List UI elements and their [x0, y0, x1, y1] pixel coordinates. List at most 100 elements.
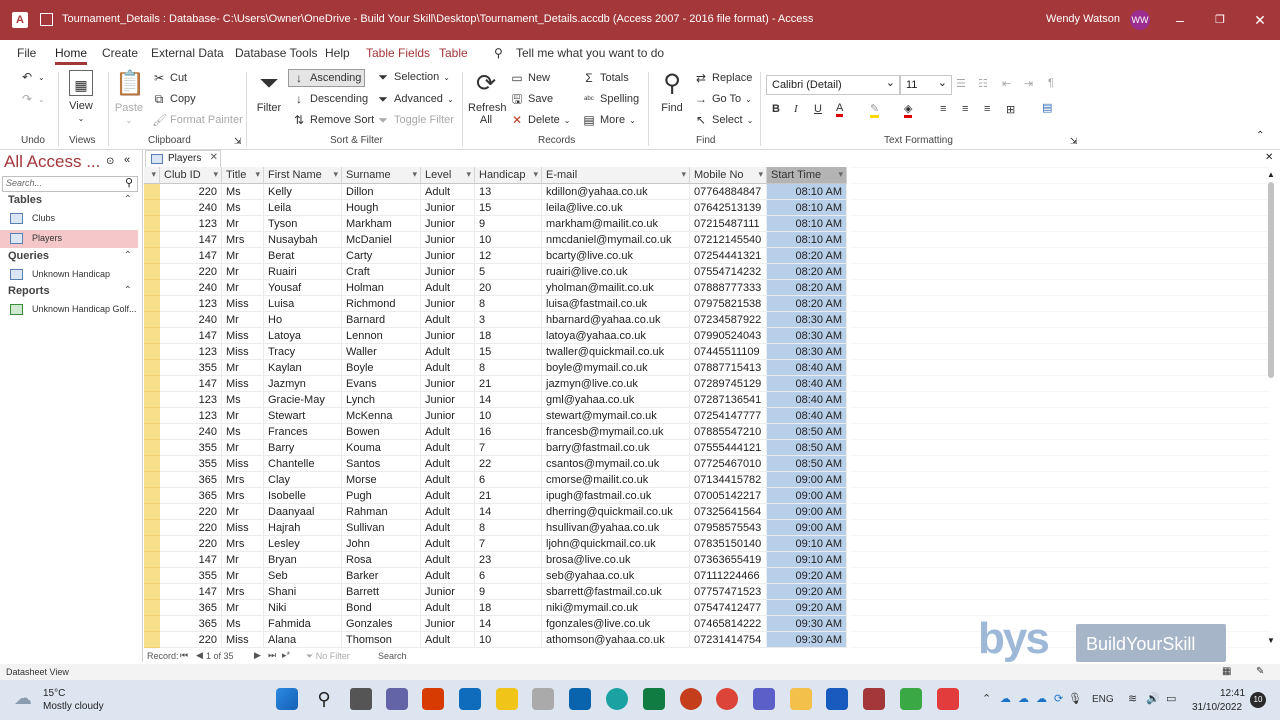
cell-title[interactable]: Ms	[222, 616, 264, 632]
prev-record-icon[interactable]: ◀	[196, 650, 203, 661]
cell-club-id[interactable]: 240	[160, 280, 222, 296]
collapse-icon[interactable]: ⌃	[124, 194, 132, 205]
cell-email[interactable]: leila@live.co.uk	[542, 200, 690, 216]
cell-title[interactable]: Mrs	[222, 232, 264, 248]
cell-start-time[interactable]: 08:40 AM	[767, 392, 847, 408]
collapse-icon[interactable]: ⌃	[124, 250, 132, 261]
cell-title[interactable]: Mr	[222, 216, 264, 232]
close-icon[interactable]: ✕	[210, 152, 218, 163]
onedrive-icon[interactable]: ☁	[1000, 692, 1011, 705]
cut-button[interactable]: ✂ Cut	[152, 71, 187, 85]
shutter-bar-icon[interactable]: «	[124, 154, 130, 166]
design-view-icon[interactable]: ✎	[1256, 666, 1264, 677]
cell-first-name[interactable]: Seb	[264, 568, 342, 584]
cell-mobile-no[interactable]: 07254441321	[690, 248, 767, 264]
cell-first-name[interactable]: Tracy	[264, 344, 342, 360]
cell-club-id[interactable]: 365	[160, 488, 222, 504]
cell-club-id[interactable]: 123	[160, 344, 222, 360]
cell-club-id[interactable]: 355	[160, 456, 222, 472]
select-all-corner[interactable]	[144, 167, 160, 184]
cell-start-time[interactable]: 09:00 AM	[767, 488, 847, 504]
cell-level[interactable]: Adult	[421, 568, 475, 584]
cell-surname[interactable]: Gonzales	[342, 616, 421, 632]
excel-icon[interactable]	[643, 688, 665, 710]
cell-level[interactable]: Junior	[421, 264, 475, 280]
collapse-icon[interactable]: ⌃	[124, 285, 132, 296]
cell-surname[interactable]: Sullivan	[342, 520, 421, 536]
font-name-dropdown[interactable]: Calibri (Detail)	[766, 75, 900, 95]
cell-level[interactable]: Adult	[421, 280, 475, 296]
cell-level[interactable]: Adult	[421, 520, 475, 536]
new-record-nav-icon[interactable]: ▸*	[282, 650, 290, 661]
cell-first-name[interactable]: Daanyaal	[264, 504, 342, 520]
cell-start-time[interactable]: 08:30 AM	[767, 344, 847, 360]
cell-handicap[interactable]: 13	[475, 184, 542, 200]
cell-club-id[interactable]: 240	[160, 424, 222, 440]
cell-start-time[interactable]: 08:40 AM	[767, 376, 847, 392]
clock-time[interactable]: 12:41	[1220, 688, 1245, 699]
remove-sort-button[interactable]: ⇅ Remove Sort	[292, 113, 374, 127]
current-record-field[interactable]: 1 of 35	[206, 651, 234, 661]
bold-icon[interactable]: B	[772, 103, 780, 115]
cell-level[interactable]: Junior	[421, 616, 475, 632]
search-icon[interactable]: ⚲	[125, 176, 133, 189]
cell-title[interactable]: Miss	[222, 328, 264, 344]
cell-email[interactable]: hbarnard@yahaa.co.uk	[542, 312, 690, 328]
cell-title[interactable]: Miss	[222, 376, 264, 392]
cell-title[interactable]: Mr	[222, 600, 264, 616]
redo-button[interactable]: ↷ ⌄	[20, 92, 45, 106]
cell-club-id[interactable]: 123	[160, 216, 222, 232]
cell-mobile-no[interactable]: 07325641564	[690, 504, 767, 520]
cell-email[interactable]: fgonzales@live.co.uk	[542, 616, 690, 632]
ascending-button[interactable]: ↓ Ascending	[288, 69, 366, 87]
cell-surname[interactable]: McDaniel	[342, 232, 421, 248]
cell-mobile-no[interactable]: 07554714232	[690, 264, 767, 280]
cell-level[interactable]: Adult	[421, 600, 475, 616]
cell-surname[interactable]: Dillon	[342, 184, 421, 200]
maximize-icon[interactable]: ❐	[1210, 10, 1230, 30]
cell-email[interactable]: boyle@mymail.co.uk	[542, 360, 690, 376]
nav-item-unknown-handicap-golf[interactable]: Unknown Handicap Golf...	[0, 301, 138, 319]
teams-icon[interactable]	[753, 688, 775, 710]
cell-email[interactable]: dherring@quickmail.co.uk	[542, 504, 690, 520]
cell-start-time[interactable]: 08:40 AM	[767, 360, 847, 376]
cell-mobile-no[interactable]: 07215487111	[690, 216, 767, 232]
cell-start-time[interactable]: 09:00 AM	[767, 472, 847, 488]
cell-club-id[interactable]: 147	[160, 552, 222, 568]
cell-handicap[interactable]: 14	[475, 504, 542, 520]
cell-surname[interactable]: Pugh	[342, 488, 421, 504]
cell-surname[interactable]: Bond	[342, 600, 421, 616]
cell-level[interactable]: Adult	[421, 488, 475, 504]
column-header-handicap[interactable]: Handicap	[475, 167, 542, 184]
nav-menu-icon[interactable]: ⊙	[106, 156, 114, 167]
cell-handicap[interactable]: 15	[475, 200, 542, 216]
cell-level[interactable]: Adult	[421, 472, 475, 488]
cell-title[interactable]: Mr	[222, 504, 264, 520]
cell-surname[interactable]: Rosa	[342, 552, 421, 568]
cell-first-name[interactable]: Alana	[264, 632, 342, 648]
cell-club-id[interactable]: 147	[160, 376, 222, 392]
cell-first-name[interactable]: Ho	[264, 312, 342, 328]
cell-handicap[interactable]: 20	[475, 280, 542, 296]
cell-title[interactable]: Mr	[222, 280, 264, 296]
cell-start-time[interactable]: 09:00 AM	[767, 504, 847, 520]
cell-mobile-no[interactable]: 07835150140	[690, 536, 767, 552]
cell-surname[interactable]: Barrett	[342, 584, 421, 600]
cell-club-id[interactable]: 240	[160, 312, 222, 328]
tab-players[interactable]: Players ✕	[145, 150, 221, 167]
copy-button[interactable]: ⧉ Copy	[152, 92, 196, 106]
cell-level[interactable]: Adult	[421, 424, 475, 440]
nav-section-tables[interactable]: Tables	[8, 194, 42, 206]
cell-mobile-no[interactable]: 07885547210	[690, 424, 767, 440]
italic-icon[interactable]: I	[794, 103, 798, 115]
avatar[interactable]: WW	[1130, 10, 1150, 30]
nav-section-reports[interactable]: Reports	[8, 285, 50, 297]
cell-handicap[interactable]: 5	[475, 264, 542, 280]
font-size-dropdown[interactable]: 11	[900, 75, 952, 95]
goto-button[interactable]: → Go To ⌄	[694, 92, 752, 106]
tell-me-box[interactable]: Tell me what you want to do	[516, 46, 664, 60]
cell-surname[interactable]: Rahman	[342, 504, 421, 520]
cell-mobile-no[interactable]: 07445511109	[690, 344, 767, 360]
nav-pane-title[interactable]: All Access ...	[4, 152, 100, 172]
tab-home[interactable]: Home	[55, 46, 88, 65]
